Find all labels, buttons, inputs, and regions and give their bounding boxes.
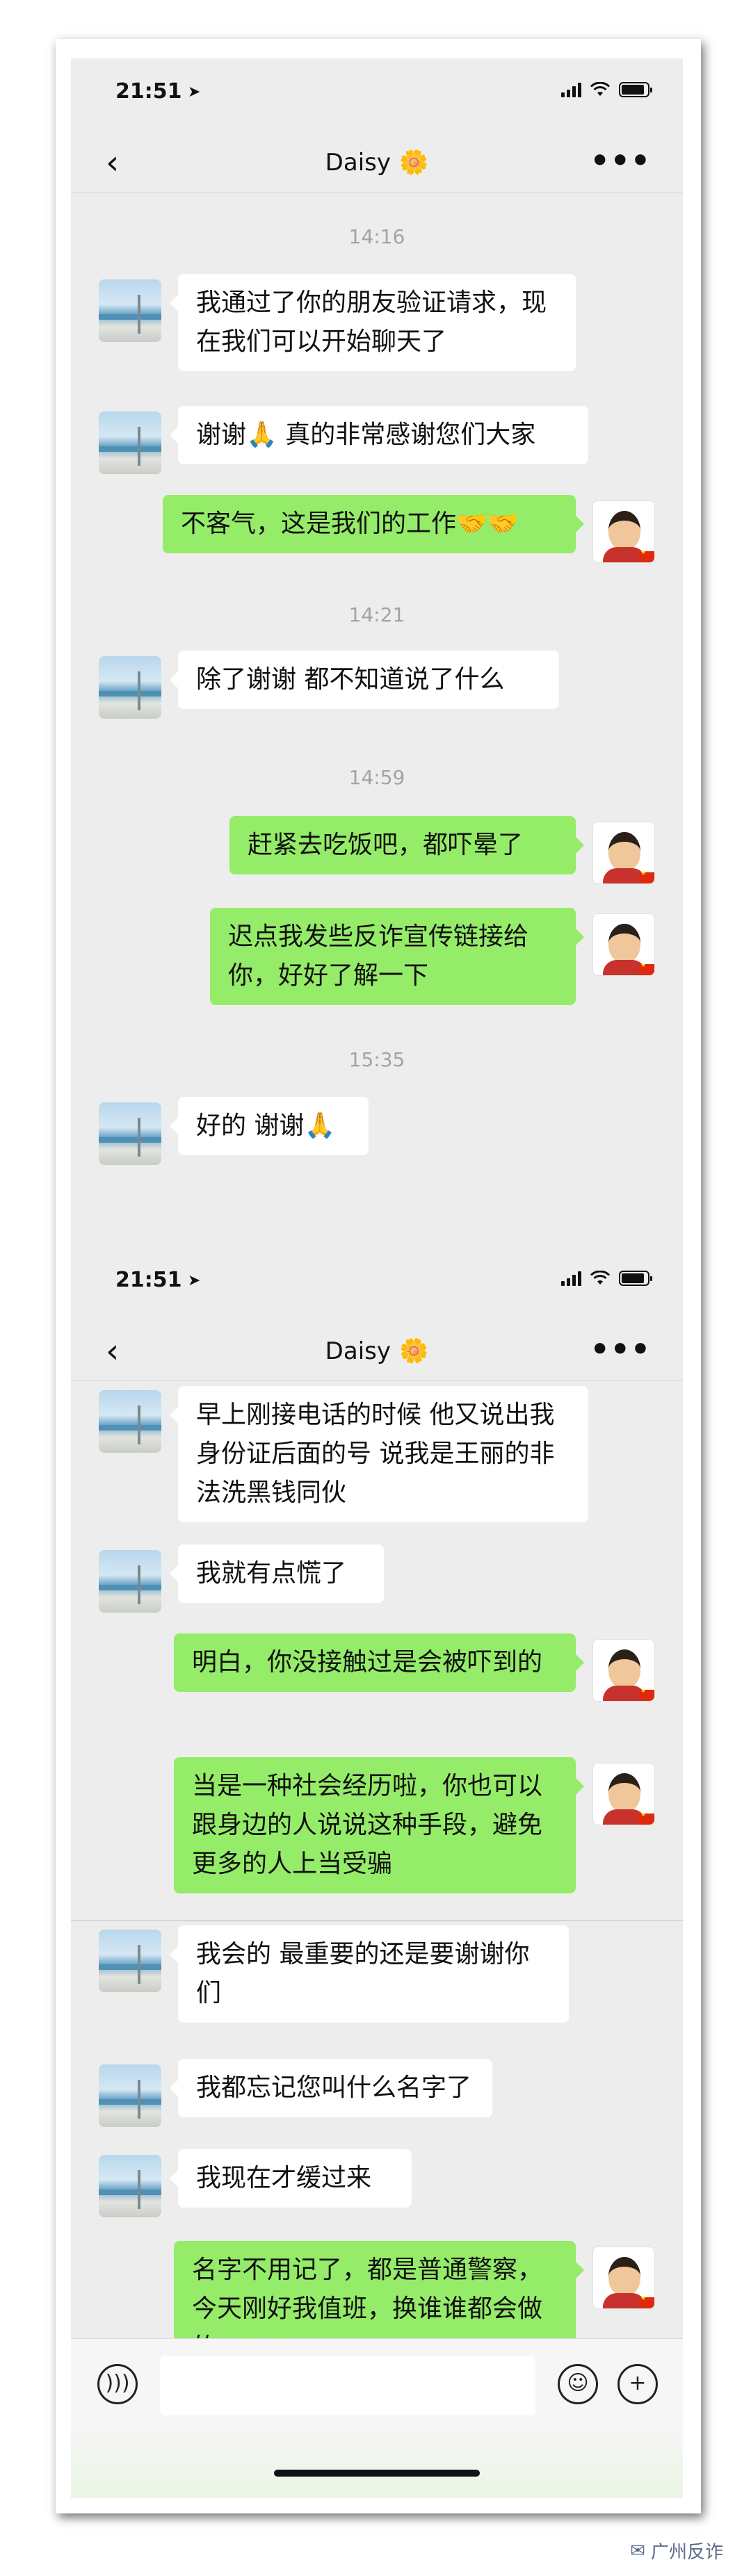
- timestamp: 14:59: [348, 766, 405, 789]
- status-time: 21:51: [115, 79, 182, 104]
- chat-header: ‹ Daisy 🌼 •••: [71, 1325, 683, 1381]
- contact-avatar[interactable]: [99, 2064, 161, 2127]
- message-bubble-in[interactable]: 我就有点慌了: [170, 1544, 384, 1603]
- battery-icon: [619, 82, 652, 97]
- plus-icon[interactable]: +: [617, 2364, 658, 2404]
- message-bubble-in[interactable]: 我现在才缓过来: [170, 2149, 412, 2208]
- message-bubble-out[interactable]: 迟点我发些反诈宣传链接给你，好好了解一下: [210, 908, 584, 1005]
- contact-avatar[interactable]: [99, 1930, 161, 1992]
- timestamp: 14:21: [348, 603, 405, 626]
- my-avatar[interactable]: [592, 913, 655, 976]
- contact-avatar[interactable]: [99, 1550, 161, 1613]
- message-bubble-out[interactable]: 当是一种社会经历啦，你也可以跟身边的人说说这种手段，避免更多的人上当受骗: [174, 1757, 584, 1893]
- wifi-icon: [590, 1271, 611, 1285]
- emoji-icon[interactable]: ☺: [558, 2364, 598, 2404]
- contact-avatar[interactable]: [99, 411, 161, 474]
- contact-avatar[interactable]: [99, 1390, 161, 1453]
- more-options-icon[interactable]: •••: [590, 1332, 651, 1367]
- location-arrow-icon: ➤: [188, 1272, 201, 1289]
- my-avatar[interactable]: [592, 1639, 655, 1702]
- message-bubble-out[interactable]: 赶紧去吃饭吧，都吓晕了: [229, 816, 584, 874]
- message-bubble-in[interactable]: 除了谢谢 都不知道说了什么: [170, 651, 559, 709]
- location-arrow-icon: ➤: [188, 83, 201, 101]
- message-bubble-in[interactable]: 我都忘记您叫什么名字了: [170, 2059, 492, 2117]
- my-avatar[interactable]: [592, 822, 655, 884]
- signal-icon: [561, 1271, 581, 1286]
- message-input[interactable]: [160, 2356, 535, 2415]
- home-indicator: [274, 2470, 480, 2477]
- message-bubble-in[interactable]: 我会的 最重要的还是要谢谢你们: [170, 1925, 569, 2023]
- voice-icon[interactable]: ))): [97, 2364, 138, 2404]
- screenshot-seam: [71, 1920, 683, 1921]
- contact-avatar[interactable]: [99, 656, 161, 719]
- input-bar: ))) ☺ +: [71, 2338, 683, 2498]
- contact-avatar[interactable]: [99, 2155, 161, 2217]
- watermark-text: 广州反诈: [650, 2542, 723, 2563]
- timestamp: 15:35: [348, 1048, 405, 1071]
- timestamp: 14:16: [348, 225, 405, 248]
- my-avatar[interactable]: [592, 2247, 655, 2309]
- message-bubble-in[interactable]: 好的 谢谢🙏: [170, 1097, 369, 1155]
- contact-name: Daisy: [325, 1337, 391, 1365]
- status-bar: 21:51 ➤: [71, 1247, 683, 1310]
- battery-icon: [619, 1271, 652, 1286]
- status-time: 21:51: [115, 1268, 182, 1292]
- contact-name: Daisy: [325, 149, 391, 177]
- flower-emoji: 🌼: [398, 149, 429, 177]
- message-bubble-in[interactable]: 谢谢🙏 真的非常感谢您们大家: [170, 406, 588, 464]
- more-options-icon[interactable]: •••: [590, 143, 651, 179]
- status-bar: 21:51 ➤: [71, 58, 683, 121]
- message-bubble-in[interactable]: 我通过了你的朋友验证请求，现在我们可以开始聊天了: [170, 274, 576, 371]
- signal-icon: [561, 82, 581, 97]
- wifi-icon: [590, 82, 611, 96]
- message-bubble-in[interactable]: 早上刚接电话的时候 他又说出我身份证后面的号 说我是王丽的非法洗黑钱同伙: [170, 1386, 588, 1522]
- my-avatar[interactable]: [592, 500, 655, 563]
- contact-avatar[interactable]: [99, 1102, 161, 1165]
- chat-header: ‹ Daisy 🌼 •••: [71, 136, 683, 193]
- message-bubble-out[interactable]: 明白，你没接触过是会被吓到的: [174, 1633, 584, 1692]
- wechat-logo-icon: ✉: [630, 2540, 645, 2561]
- contact-avatar[interactable]: [99, 279, 161, 342]
- my-avatar[interactable]: [592, 1763, 655, 1825]
- flower-emoji: 🌼: [398, 1337, 429, 1365]
- message-bubble-out[interactable]: 不客气，这是我们的工作🤝🤝: [163, 495, 584, 553]
- watermark: ✉ 广州反诈: [630, 2538, 723, 2563]
- second-screenshot: 21:51 ➤ ‹ Daisy 🌼 ••• 早上刚接电话的时候 他又说出我身份证后…: [71, 1247, 683, 2498]
- phone-screen: 21:51 ➤ ‹ Daisy 🌼 ••• 14:16 我通过了你的朋友验证请求，…: [71, 58, 683, 2498]
